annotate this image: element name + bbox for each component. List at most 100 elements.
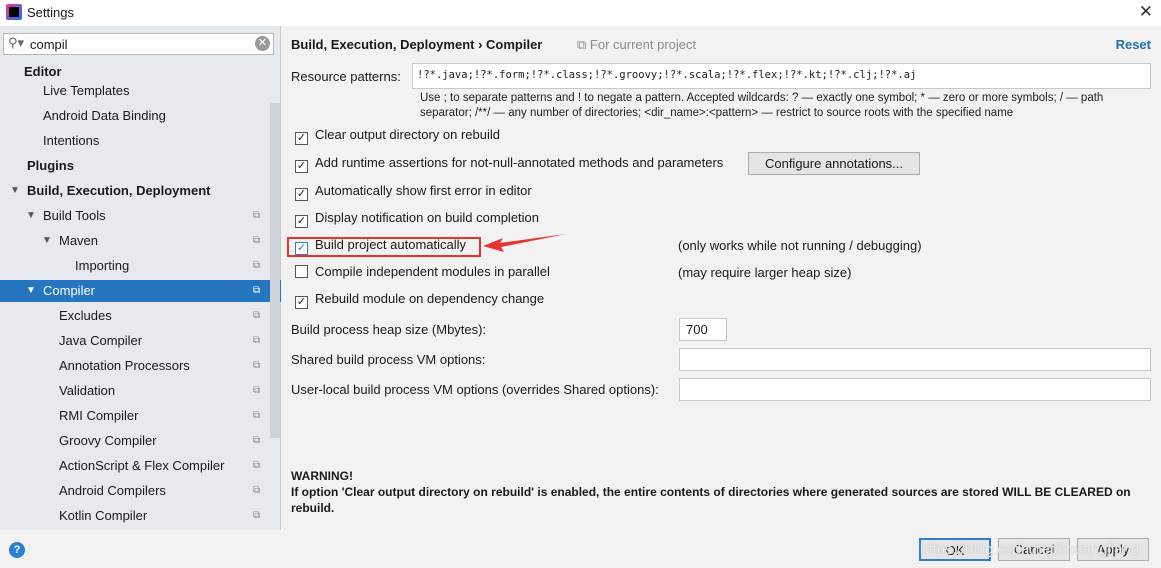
- tree-item[interactable]: ▼ Compiler ⧉: [0, 280, 281, 302]
- tree-item[interactable]: Importing ⧉: [0, 255, 270, 277]
- tree-item-label: Live Templates: [43, 83, 130, 98]
- tree-item-label: Annotation Processors: [59, 358, 190, 373]
- checkbox-label: Rebuild module on dependency change: [315, 291, 545, 306]
- dialog-footer: ? OK Cancel Apply https://blog.csdn.net/…: [0, 530, 1161, 568]
- tree-item[interactable]: ActionScript & Flex Compiler ⧉: [0, 455, 270, 477]
- project-level-icon: ⧉: [253, 485, 261, 496]
- project-level-icon: ⧉: [253, 285, 261, 296]
- checkbox-option[interactable]: ✓ Clear output directory on rebuild: [295, 127, 500, 145]
- for-project-label: For current project: [589, 37, 697, 52]
- checkbox-option[interactable]: ✓ Automatically show first error in edito…: [295, 183, 532, 201]
- tree-item-label: Plugins: [27, 158, 74, 173]
- project-level-icon: ⧉: [253, 510, 261, 521]
- tree-item-label: Android Compilers: [59, 483, 166, 498]
- configure-annotations-button[interactable]: Configure annotations...: [748, 152, 920, 175]
- project-level-icon: ⧉: [253, 210, 261, 221]
- project-level-icon: ⧉: [253, 435, 261, 446]
- compiler-settings-panel: Build, Execution, Deployment › Compiler …: [281, 26, 1161, 530]
- checkbox-checked[interactable]: ✓: [295, 296, 308, 309]
- tree-item-label: Android Data Binding: [43, 108, 166, 123]
- expand-arrow-icon[interactable]: ▼: [26, 205, 36, 227]
- option-note: (may require larger heap size): [678, 265, 852, 280]
- project-level-icon: ⧉: [253, 410, 261, 421]
- checkbox-unchecked[interactable]: [295, 265, 308, 278]
- reset-link[interactable]: Reset: [1116, 37, 1151, 52]
- tree-item[interactable]: Annotation Processors ⧉: [0, 355, 270, 377]
- tree-item-label: Groovy Compiler: [59, 433, 157, 448]
- tree-item-label: ActionScript & Flex Compiler: [59, 458, 225, 473]
- sidebar: ⚲▾ compil ✕ Editor Live Templates Android …: [0, 26, 281, 530]
- checkbox-option[interactable]: Compile independent modules in parallel: [295, 264, 550, 282]
- tree-item[interactable]: ▼ Build, Execution, Deployment: [0, 180, 270, 202]
- checkbox-label: Add runtime assertions for not-null-anno…: [315, 155, 724, 170]
- copy-icon: ⧉: [577, 37, 590, 52]
- tree-item-label: Compiler: [43, 283, 96, 298]
- expand-arrow-icon[interactable]: ▼: [42, 230, 52, 252]
- resource-patterns-label: Resource patterns:: [291, 69, 401, 84]
- tree-item[interactable]: Java Compiler ⧉: [0, 330, 270, 352]
- option-note: (only works while not running / debuggin…: [678, 238, 922, 253]
- resource-patterns-hint: Use ; to separate patterns and ! to nega…: [420, 92, 1104, 119]
- tree-item[interactable]: RMI Compiler ⧉: [0, 405, 270, 427]
- heap-size-input[interactable]: 700: [679, 318, 727, 341]
- tree-item[interactable]: Kotlin Compiler ⧉: [0, 505, 270, 527]
- warning-title: WARNING!: [291, 469, 353, 483]
- tree-item-label: Build, Execution, Deployment: [27, 183, 211, 198]
- resource-patterns-input[interactable]: !?*.java;!?*.form;!?*.class;!?*.groovy;!…: [412, 63, 1151, 89]
- checkbox-checked[interactable]: ✓: [295, 160, 308, 173]
- checkbox-checked[interactable]: ✓: [295, 188, 308, 201]
- ok-button[interactable]: OK: [919, 538, 991, 561]
- project-level-icon: ⧉: [253, 235, 261, 246]
- checkbox-label: Compile independent modules in parallel: [315, 264, 550, 279]
- cancel-button[interactable]: Cancel: [998, 538, 1070, 561]
- clear-search-icon[interactable]: ✕: [255, 36, 270, 51]
- search-value[interactable]: compil: [30, 37, 68, 52]
- checkbox-option[interactable]: ✓ Rebuild module on dependency change: [295, 291, 544, 309]
- intellij-logo-icon: [6, 4, 22, 20]
- project-level-icon: ⧉: [253, 260, 261, 271]
- project-level-icon: ⧉: [253, 460, 261, 471]
- tree-item-label: Excludes: [59, 308, 112, 323]
- warning-text: If option 'Clear output directory on reb…: [291, 485, 1131, 515]
- tree-item[interactable]: Groovy Compiler ⧉: [0, 430, 270, 452]
- tree-item-label: Java Compiler: [59, 333, 143, 348]
- tree-item[interactable]: ▼ Build Tools ⧉: [0, 205, 270, 227]
- user-vm-options-label: User-local build process VM options (ove…: [291, 382, 659, 397]
- expand-arrow-icon[interactable]: ▼: [26, 280, 36, 302]
- checkbox-option[interactable]: ✓ Add runtime assertions for not-null-ann…: [295, 155, 723, 173]
- checkbox-checked[interactable]: ✓: [295, 132, 308, 145]
- help-icon[interactable]: ?: [9, 542, 25, 558]
- title-bar: Settings ✕: [0, 0, 1161, 26]
- apply-button[interactable]: Apply: [1077, 538, 1149, 561]
- checkbox-checked[interactable]: ✓: [295, 215, 308, 228]
- checkbox-label: Display notification on build completion: [315, 210, 540, 225]
- user-vm-options-input[interactable]: [679, 378, 1151, 401]
- project-level-icon: ⧉: [253, 385, 261, 396]
- shared-vm-options-input[interactable]: [679, 348, 1151, 371]
- tree-item-label: Intentions: [43, 133, 100, 148]
- tree-item[interactable]: ▼ Maven ⧉: [0, 230, 270, 252]
- sidebar-scrollbar[interactable]: [270, 103, 280, 438]
- tree-item-label: Build Tools: [43, 208, 106, 223]
- tree-item-label: RMI Compiler: [59, 408, 139, 423]
- tree-item[interactable]: Android Compilers ⧉: [0, 480, 270, 502]
- for-current-project: ⧉ For current project: [577, 37, 696, 53]
- tree-item-label: Importing: [75, 258, 130, 273]
- close-icon[interactable]: ✕: [1139, 2, 1153, 22]
- expand-arrow-icon[interactable]: ▼: [10, 180, 20, 202]
- warning-message: WARNING! If option 'Clear output directo…: [291, 468, 1141, 516]
- window-title: Settings: [27, 5, 74, 20]
- tree-item[interactable]: Excludes ⧉: [0, 305, 270, 327]
- tree-item[interactable]: Plugins: [0, 155, 270, 177]
- checkbox-label: Clear output directory on rebuild: [315, 127, 500, 142]
- tree-item[interactable]: Validation ⧉: [0, 380, 270, 402]
- shared-vm-options-label: Shared build process VM options:: [291, 352, 486, 367]
- checkbox-option[interactable]: ✓ Display notification on build completio…: [295, 210, 539, 228]
- tree-item-label: Kotlin Compiler: [59, 508, 148, 523]
- search-input[interactable]: ⚲▾ compil ✕: [3, 33, 274, 55]
- tree-item[interactable]: Intentions: [0, 130, 270, 152]
- tree-item[interactable]: Live Templates: [0, 80, 270, 102]
- red-arrow-annotation: [483, 234, 566, 252]
- tree-item[interactable]: Android Data Binding: [0, 105, 270, 127]
- tree-item-label: Validation: [59, 383, 116, 398]
